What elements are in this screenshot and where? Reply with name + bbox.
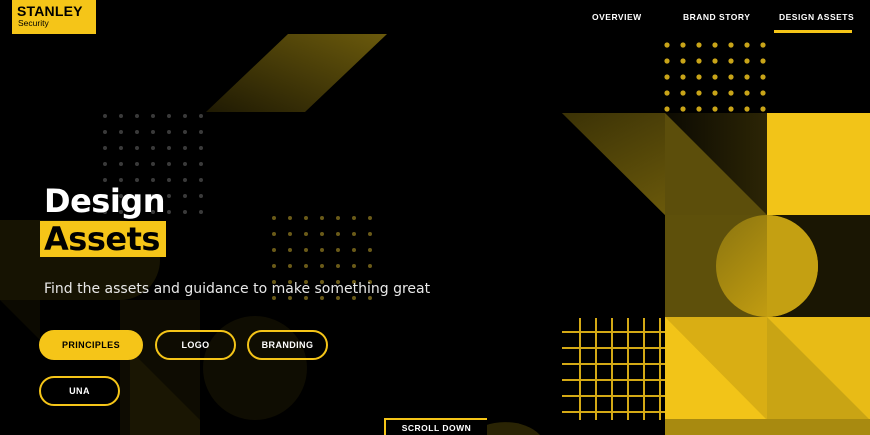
brand-sub: Security [18,18,49,28]
line-grid [562,318,665,420]
nav-overview[interactable]: OVERVIEW [592,12,642,22]
una-button[interactable]: UNA [39,376,120,406]
nav-brand-story[interactable]: BRAND STORY [683,12,750,22]
page-title-line2: Assets [40,221,166,257]
principles-button[interactable]: PRINCIPLES [39,330,143,360]
dot-grid-top-right [664,42,766,112]
nav-active-underline [774,30,852,33]
brand-logo[interactable]: STANLEY Security [12,0,96,34]
scroll-down-button[interactable]: SCROLL DOWN [384,418,487,435]
branding-button[interactable]: BRANDING [247,330,328,360]
right-composition [562,113,870,435]
nav-design-assets[interactable]: DESIGN ASSETS [779,12,854,22]
parallelogram-shape [206,34,387,112]
page-title-line1: Design [44,182,165,220]
hero-subtitle: Find the assets and guidance to make som… [44,281,431,297]
logo-button[interactable]: LOGO [155,330,236,360]
brand-name: STANLEY [17,3,83,19]
